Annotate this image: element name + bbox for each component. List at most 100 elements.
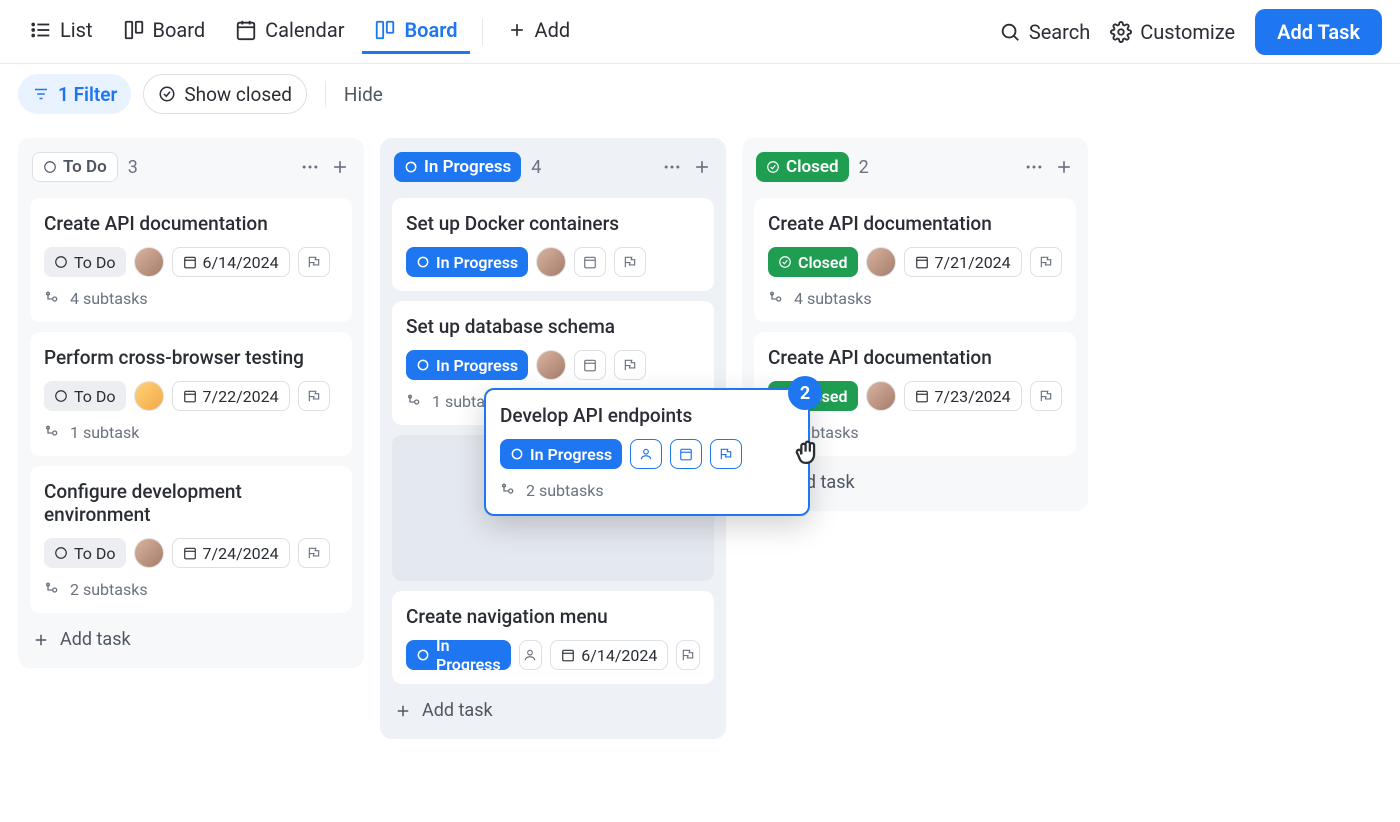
add-view-button[interactable]: Add [495, 10, 583, 54]
hide-link[interactable]: Hide [344, 83, 383, 106]
flag-chip[interactable] [298, 247, 330, 277]
date-empty-chip[interactable] [670, 439, 702, 469]
search-button[interactable]: Search [999, 20, 1090, 44]
progress-icon [416, 358, 430, 372]
tab-label: Board [153, 18, 206, 42]
add-label: Add [535, 18, 571, 42]
dragging-task-card[interactable]: 2 Develop API endpoints In Progress 2 su… [484, 388, 810, 516]
subtasks-text: 2 subtasks [70, 580, 148, 599]
column-status-pill[interactable]: To Do [32, 152, 118, 182]
avatar[interactable] [536, 247, 566, 277]
date-value: 6/14/2024 [581, 646, 657, 665]
subtasks-icon [44, 291, 60, 307]
task-card[interactable]: Create API documentation To Do 6/14/2024… [30, 198, 352, 322]
status-label: To Do [74, 387, 116, 406]
add-task-link[interactable]: Add task [30, 623, 352, 656]
task-title: Configure development environment [44, 480, 338, 526]
drag-count-badge: 2 [788, 376, 822, 410]
customize-button[interactable]: Customize [1110, 20, 1235, 44]
column-count: 4 [531, 157, 541, 178]
avatar[interactable] [134, 538, 164, 568]
flag-chip[interactable] [1030, 247, 1062, 277]
status-label: To Do [74, 544, 116, 563]
flag-chip[interactable] [298, 538, 330, 568]
date-chip[interactable]: 7/21/2024 [904, 247, 1022, 277]
board-icon [123, 19, 145, 41]
status-badge[interactable]: Closed [768, 247, 858, 277]
status-badge[interactable]: To Do [44, 538, 126, 568]
flag-chip[interactable] [614, 247, 646, 277]
tab-label: Calendar [265, 18, 344, 42]
status-label: In Progress [436, 253, 518, 272]
date-empty-chip[interactable] [574, 247, 606, 277]
customize-label: Customize [1140, 20, 1235, 44]
task-card[interactable]: Create API documentation Closed 7/21/202… [754, 198, 1076, 322]
add-task-label: Add task [422, 700, 493, 721]
task-card[interactable]: Set up Docker containers In Progress [392, 198, 714, 291]
check-circle-icon [778, 255, 792, 269]
status-badge[interactable]: In Progress [406, 350, 528, 380]
circle-icon [43, 160, 57, 174]
column-status-pill[interactable]: In Progress [394, 152, 521, 182]
task-card[interactable]: Configure development environment To Do … [30, 466, 352, 613]
avatar[interactable] [866, 381, 896, 411]
task-card[interactable]: Perform cross-browser testing To Do 7/22… [30, 332, 352, 456]
filter-icon [32, 85, 50, 103]
calendar-icon [561, 648, 575, 662]
tab-board-active[interactable]: Board [362, 10, 469, 54]
avatar[interactable] [134, 247, 164, 277]
plus-icon[interactable] [330, 157, 350, 177]
more-icon[interactable] [1024, 157, 1044, 177]
add-task-link[interactable]: Add task [392, 694, 714, 727]
add-task-button[interactable]: Add Task [1255, 9, 1382, 55]
avatar[interactable] [866, 247, 896, 277]
flag-chip[interactable] [1030, 381, 1062, 411]
status-badge[interactable]: In Progress [500, 439, 622, 469]
avatar[interactable] [536, 350, 566, 380]
tab-list[interactable]: List [18, 10, 105, 54]
top-toolbar: List Board Calendar Board Add Search [0, 0, 1400, 64]
divider [482, 18, 483, 46]
date-chip[interactable]: 7/22/2024 [172, 381, 290, 411]
calendar-icon [235, 19, 257, 41]
tab-board-1[interactable]: Board [111, 10, 218, 54]
more-icon[interactable] [662, 157, 682, 177]
subtasks-text: 4 subtasks [794, 289, 872, 308]
circle-icon [54, 255, 68, 269]
show-closed-label: Show closed [184, 83, 292, 106]
flag-chip[interactable] [676, 640, 700, 670]
column-count: 2 [859, 157, 869, 178]
avatar[interactable] [134, 381, 164, 411]
date-chip[interactable]: 7/24/2024 [172, 538, 290, 568]
tab-label: List [60, 18, 93, 42]
date-empty-chip[interactable] [574, 350, 606, 380]
assignee-empty-chip[interactable] [630, 439, 662, 469]
status-badge[interactable]: In Progress [406, 247, 528, 277]
task-title: Perform cross-browser testing [44, 346, 338, 369]
plus-icon[interactable] [1054, 157, 1074, 177]
date-chip[interactable]: 6/14/2024 [550, 640, 668, 670]
date-chip[interactable]: 7/23/2024 [904, 381, 1022, 411]
date-value: 7/22/2024 [203, 387, 279, 406]
flag-chip[interactable] [614, 350, 646, 380]
column-todo: To Do 3 Create API documentation To Do 6… [18, 138, 364, 668]
task-card[interactable]: Create navigation menu In Progress 6/14/… [392, 591, 714, 684]
more-icon[interactable] [300, 157, 320, 177]
assignee-empty-chip[interactable] [519, 640, 543, 670]
divider [325, 81, 326, 107]
date-value: 7/23/2024 [935, 387, 1011, 406]
date-value: 6/14/2024 [203, 253, 279, 272]
filter-chip[interactable]: 1 Filter [18, 74, 131, 114]
plus-icon[interactable] [692, 157, 712, 177]
tab-calendar[interactable]: Calendar [223, 10, 356, 54]
add-task-label: Add task [60, 629, 131, 650]
status-badge[interactable]: To Do [44, 381, 126, 411]
show-closed-chip[interactable]: Show closed [143, 74, 307, 114]
column-status-pill[interactable]: Closed [756, 152, 849, 182]
status-badge[interactable]: To Do [44, 247, 126, 277]
status-label: In Progress [436, 636, 501, 674]
flag-chip[interactable] [710, 439, 742, 469]
flag-chip[interactable] [298, 381, 330, 411]
date-chip[interactable]: 6/14/2024 [172, 247, 290, 277]
status-badge[interactable]: In Progress [406, 640, 511, 670]
